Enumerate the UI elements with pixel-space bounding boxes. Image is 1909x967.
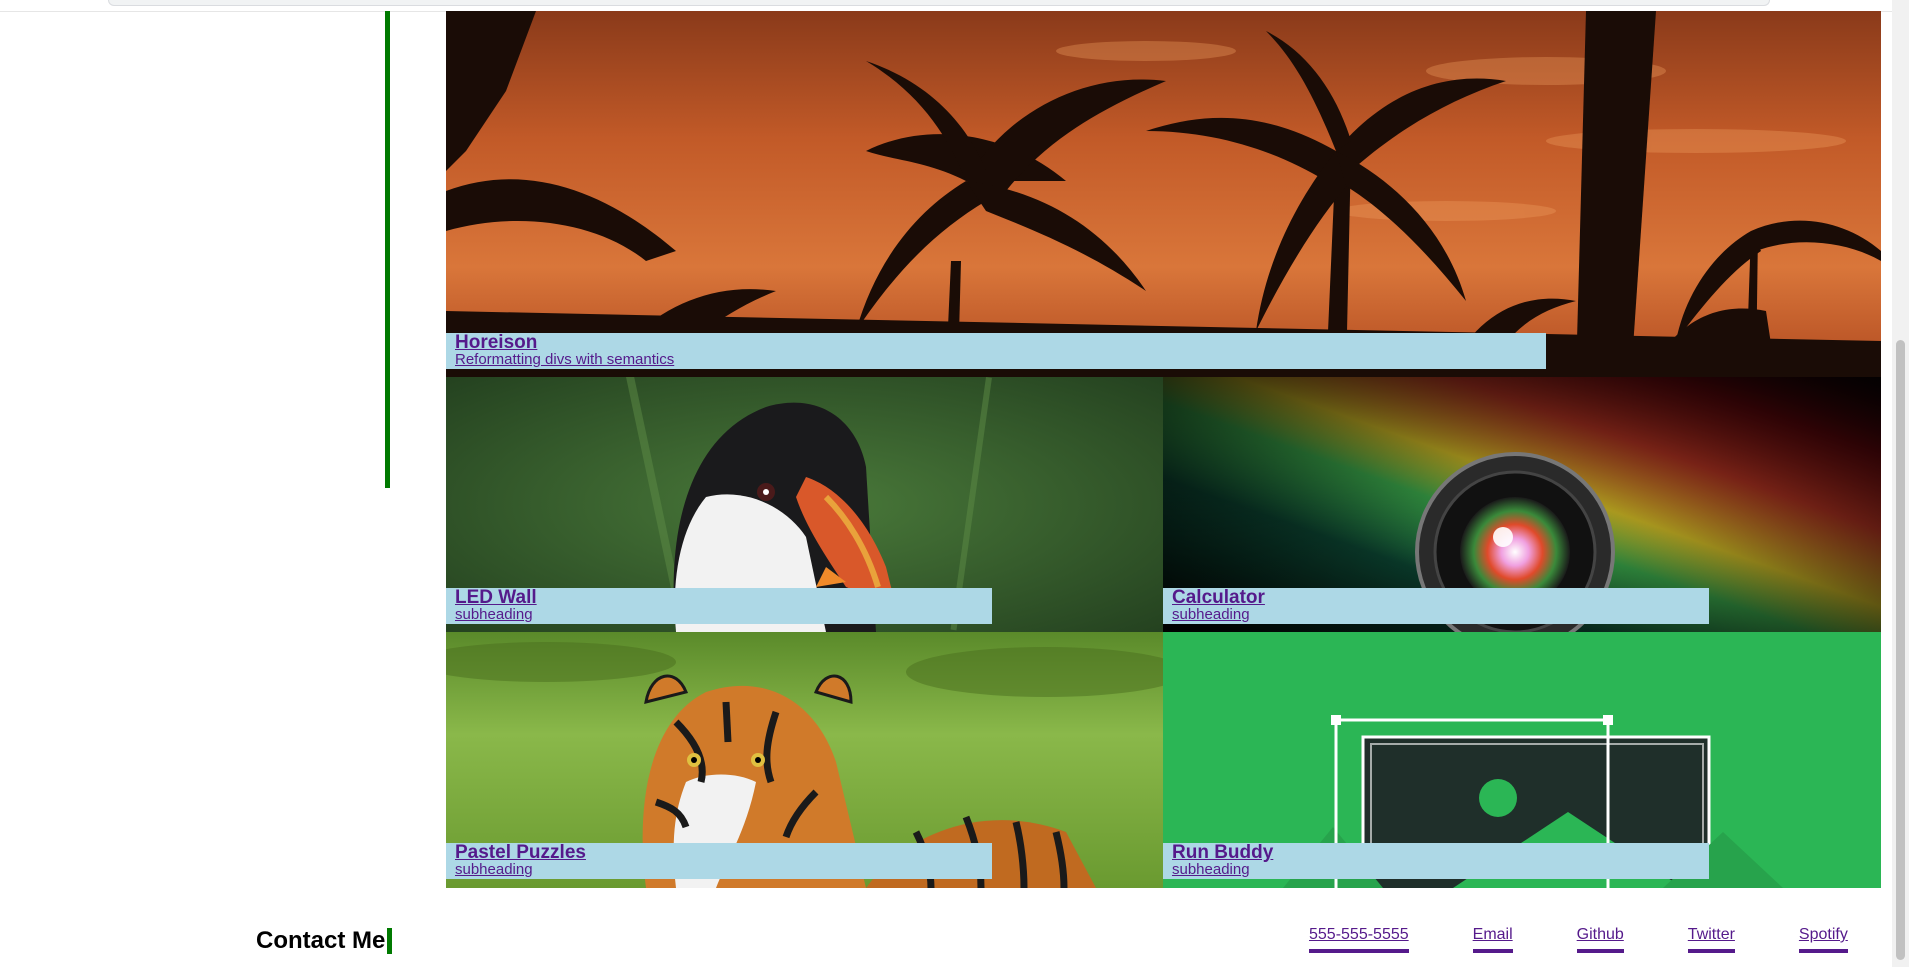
address-bar-edge [108, 0, 1770, 6]
project-card-led-wall[interactable]: LED Wall subheading [446, 377, 1163, 632]
project-subheading-link[interactable]: subheading [455, 607, 992, 622]
project-card-pastel-puzzles[interactable]: Pastel Puzzles subheading [446, 632, 1163, 888]
palm-trees-sunset-image [446, 11, 1881, 377]
project-subheading-link[interactable]: subheading [1172, 607, 1709, 622]
project-caption: LED Wall subheading [446, 588, 992, 624]
contact-links: 555-555-5555 Email Github Twitter Spotif… [1309, 926, 1848, 953]
contact-section: Contact Me 555-555-5555 Email Github Twi… [0, 905, 1909, 965]
project-title-link[interactable]: Pastel Puzzles [455, 843, 992, 862]
work-section: Horeison Reformatting divs with semantic… [446, 11, 1881, 888]
project-subheading-link[interactable]: subheading [455, 862, 992, 877]
page-scrollbar[interactable] [1892, 0, 1909, 967]
phone-link[interactable]: 555-555-5555 [1309, 926, 1409, 953]
project-caption: Horeison Reformatting divs with semantic… [446, 333, 1546, 369]
project-caption: Pastel Puzzles subheading [446, 843, 992, 879]
project-subheading-link[interactable]: subheading [1172, 862, 1709, 877]
accent-vertical-rule [385, 11, 390, 488]
github-link[interactable]: Github [1576, 926, 1624, 953]
scrollbar-thumb[interactable] [1896, 340, 1905, 960]
project-title-link[interactable]: Run Buddy [1172, 843, 1709, 862]
project-subheading-link[interactable]: Reformatting divs with semantics [455, 352, 1546, 367]
project-card-calculator[interactable]: Calculator subheading [1163, 377, 1881, 632]
project-title-link[interactable]: Horeison [455, 333, 1546, 352]
spotify-link[interactable]: Spotify [1798, 926, 1848, 953]
project-title-link[interactable]: Calculator [1172, 588, 1709, 607]
project-caption: Calculator subheading [1163, 588, 1709, 624]
twitter-link[interactable]: Twitter [1687, 926, 1735, 953]
contact-heading: Contact Me [256, 928, 393, 954]
project-caption: Run Buddy subheading [1163, 843, 1709, 879]
project-title-link[interactable]: LED Wall [455, 588, 992, 607]
project-card-horeison[interactable]: Horeison Reformatting divs with semantic… [446, 11, 1881, 377]
project-card-run-buddy[interactable]: Run Buddy subheading [1163, 632, 1881, 888]
email-link[interactable]: Email [1472, 926, 1513, 953]
